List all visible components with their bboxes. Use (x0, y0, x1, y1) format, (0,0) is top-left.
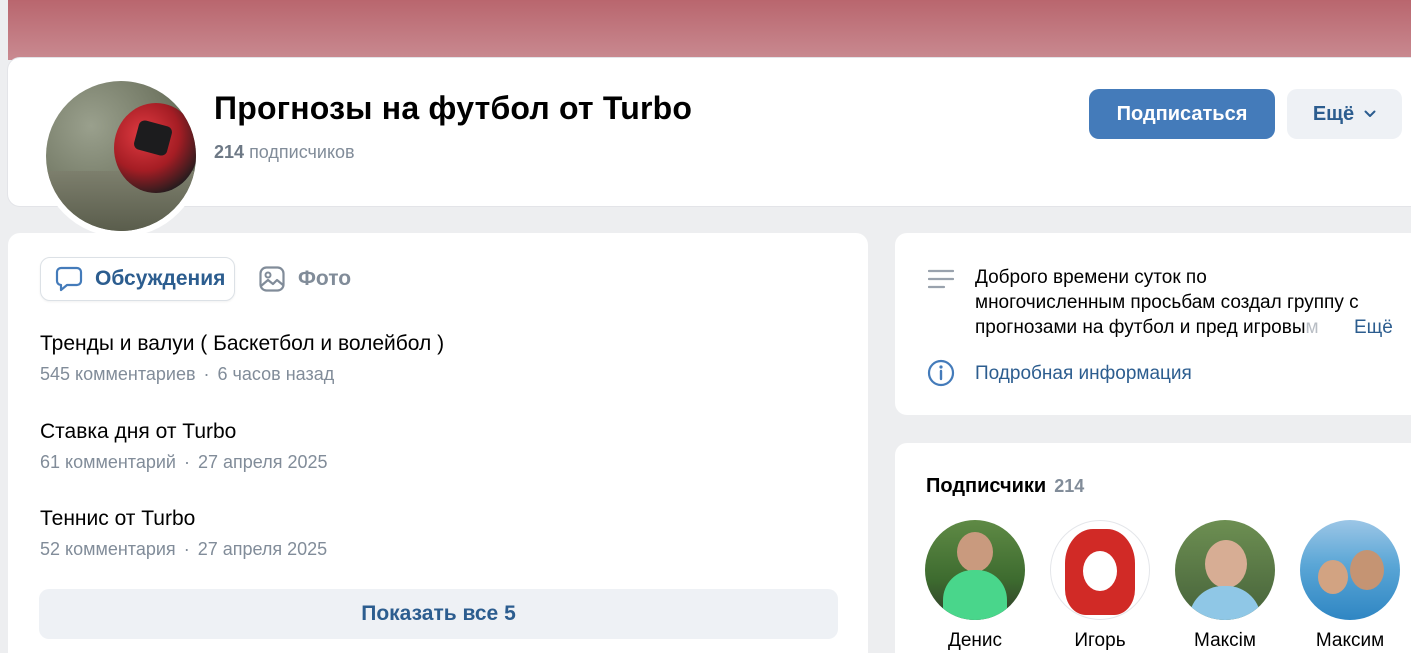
subscriber-item[interactable]: Денис (925, 520, 1025, 652)
topic-comments: 545 комментариев (40, 364, 196, 384)
description-line: Доброго времени суток по (975, 267, 1207, 288)
description-line: прогнозами на футбол и пред игровым (975, 317, 1319, 338)
topic-item[interactable]: Теннис от Turbo 52 комментария · 27 апреля… (40, 507, 327, 560)
subscribers-heading[interactable]: Подписчики 214 (926, 475, 1084, 498)
meta-separator: · (203, 364, 210, 384)
tab-photos-label: Фото (298, 267, 352, 290)
subscriber-name: Денис (947, 630, 1003, 651)
description-more-link[interactable]: Ещё (1350, 315, 1393, 340)
topic-title[interactable]: Теннис от Turbo (40, 507, 327, 531)
group-header: Прогнозы на футбол от Turbo 214 подписчи… (8, 58, 1411, 237)
group-page: Прогнозы на футбол от Turbo 214 подписчи… (0, 0, 1411, 653)
topic-title[interactable]: Тренды и валуи ( Баскетбол и волейбол ) (40, 332, 444, 356)
topic-time: 6 часов назад (217, 364, 335, 384)
topic-time: 27 апреля 2025 (197, 452, 328, 472)
subscriber-name: Максім (1194, 630, 1256, 651)
subscribers-count: 214 (214, 142, 245, 162)
subscriber-item[interactable]: Игорь (1050, 520, 1150, 652)
meta-separator: · (183, 452, 190, 472)
topic-meta: 545 комментариев · 6 часов назад (40, 364, 444, 385)
discussions-card: Обсуждения Фото Тренды и валуи ( Баскетб… (8, 233, 868, 653)
subscribe-button[interactable]: Подписаться (1089, 89, 1275, 139)
subscribers-card: Подписчики 214 Денис Игорь Максім Максим (895, 443, 1411, 653)
group-title: Прогнозы на футбол от Turbo (214, 90, 693, 126)
photo-icon (259, 266, 285, 292)
avatar (925, 520, 1025, 620)
subscriber-name: Игорь (1074, 630, 1126, 651)
topic-comments: 52 комментария (40, 539, 176, 559)
tab-discussions[interactable]: Обсуждения (40, 257, 235, 301)
subscriber-name: Максим (1315, 630, 1385, 651)
info-icon (927, 359, 955, 387)
topic-item[interactable]: Ставка дня от Turbo 61 комментарий · 27 ап… (40, 420, 327, 473)
cover-image (8, 0, 1411, 60)
topic-meta: 52 комментария · 27 апреля 2025 (40, 539, 327, 560)
subscribers-heading-label: Подписчики (926, 475, 1047, 497)
discussion-icon (55, 266, 83, 292)
group-description: Доброго времени суток по многочисленным … (975, 265, 1405, 340)
subscribers-heading-count: 214 (1054, 476, 1085, 496)
topic-time: 27 апреля 2025 (197, 539, 328, 559)
subscribers-count-line[interactable]: 214 подписчиков (214, 142, 355, 163)
description-line: многочисленным просьбам создал группу с (975, 292, 1359, 313)
more-button-label: Ещё (1312, 102, 1355, 125)
detailed-info-link[interactable]: Подробная информация (975, 363, 1192, 385)
topic-meta: 61 комментарий · 27 апреля 2025 (40, 452, 327, 473)
show-all-discussions-button[interactable]: Показать все 5 (39, 589, 838, 639)
meta-separator: · (183, 539, 190, 559)
avatar (1300, 520, 1400, 620)
soccer-ball-image (46, 81, 196, 231)
avatar (1175, 520, 1275, 620)
tab-discussions-label: Обсуждения (95, 267, 226, 290)
subscriber-item[interactable]: Максим (1300, 520, 1400, 652)
chevron-down-icon (1364, 110, 1376, 117)
group-avatar[interactable] (40, 75, 202, 237)
subscriber-item[interactable]: Максім (1175, 520, 1275, 652)
tab-photos[interactable]: Фото (258, 257, 351, 301)
description-icon (928, 269, 954, 289)
topic-item[interactable]: Тренды и валуи ( Баскетбол и волейбол ) … (40, 332, 444, 385)
avatar (1050, 520, 1150, 620)
more-button[interactable]: Ещё (1287, 89, 1402, 139)
subscribers-label: подписчиков (249, 142, 355, 162)
topic-comments: 61 комментарий (40, 452, 176, 472)
group-info-card: Доброго времени суток по многочисленным … (895, 233, 1411, 415)
topic-title[interactable]: Ставка дня от Turbo (40, 420, 327, 444)
